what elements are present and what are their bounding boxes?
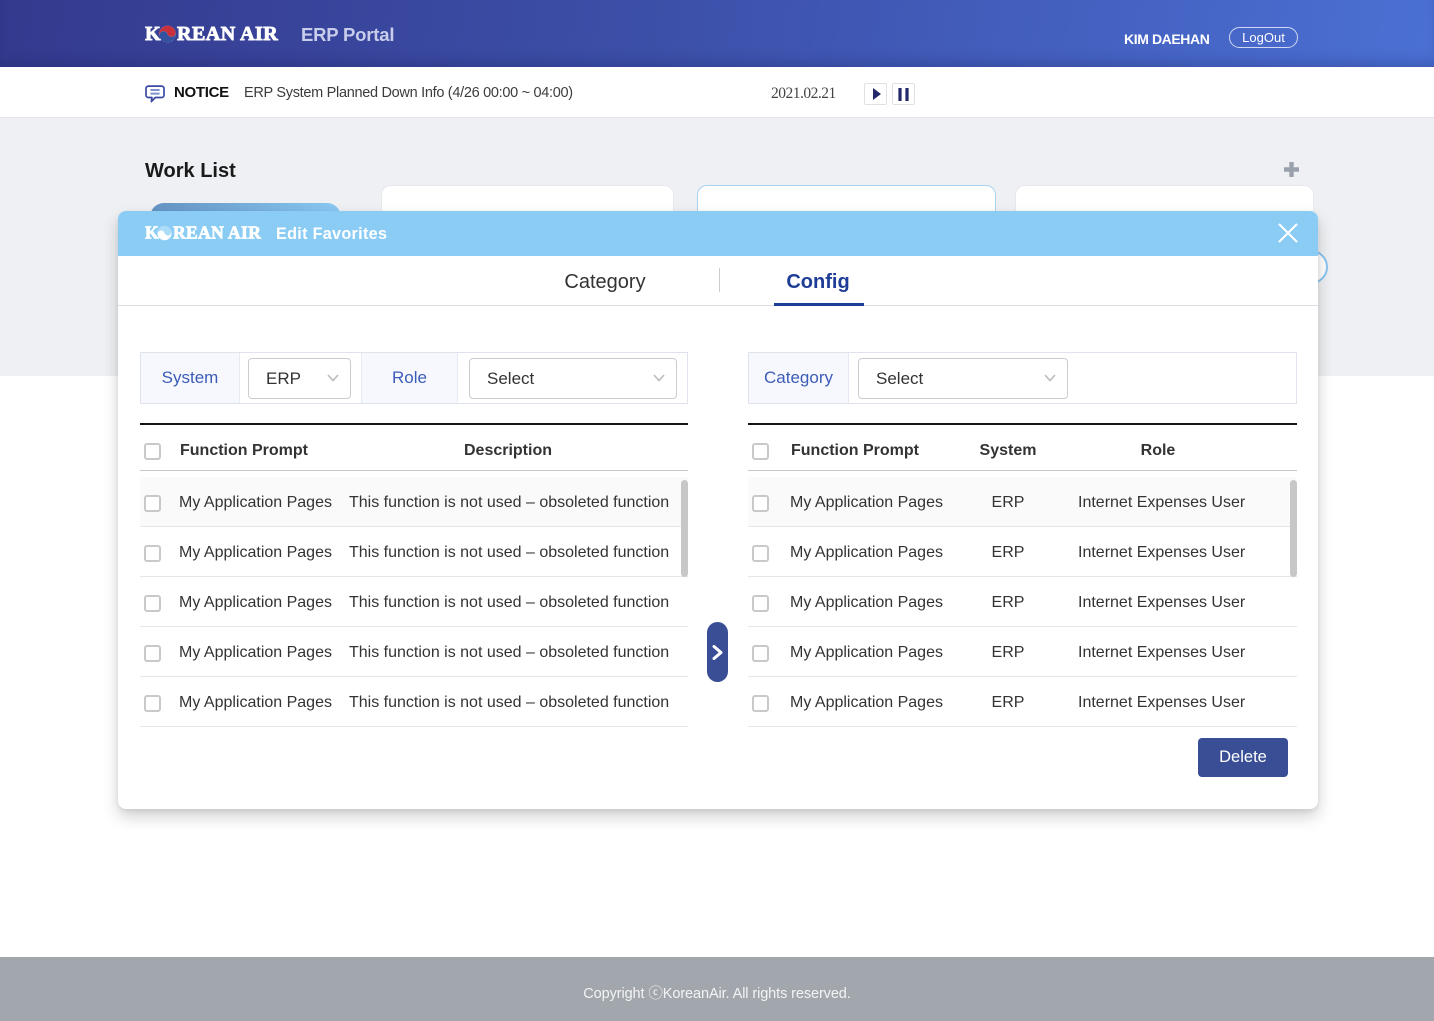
svg-text:K: K (145, 224, 159, 242)
svg-text:K: K (145, 24, 161, 44)
svg-text:REAN AIR: REAN AIR (173, 224, 261, 242)
svg-text:REAN AIR: REAN AIR (177, 24, 278, 44)
